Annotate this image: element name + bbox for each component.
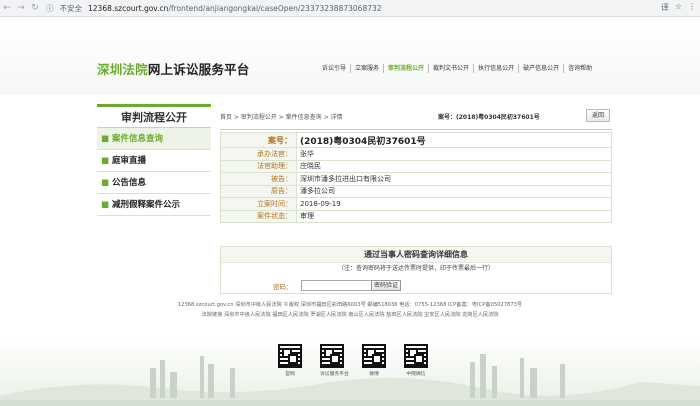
password-query-note: （注：查询密码将于送达传票时提供，印于传票最后一行） [337,265,494,272]
qr-code-icon [404,344,428,368]
nav-item-litigation-guide[interactable]: 诉讼引导 [318,64,350,73]
field-label: 法官助理： [220,159,297,173]
footer-copyright: 12368.szcourt.gov.cn 深圳市中级人民法院 ©版权 深圳市福田… [177,302,523,308]
field-label: 被告： [220,172,297,186]
footer-court-links[interactable]: 法院链接 深圳市中级人民法院 福田区人民法院 罗湖区人民法院 南山区人民法院 盐… [0,310,700,320]
qr-weibo[interactable]: 微博 [362,344,386,377]
browser-toolbar: ← → ↻ ⓘ 不安全 12368.szcourt.gov.cn /fronte… [0,0,700,17]
table-row: 立案时间： 2018-09-19 [220,197,612,211]
site-footer: 12368.szcourt.gov.cn 深圳市中级人民法院 ©版权 深圳市福田… [0,300,700,406]
field-value: 2018-09-19 [296,197,612,211]
sidebar-item-commutation[interactable]: ■ 减刑假释案件公示 [97,194,211,216]
forward-arrow-icon[interactable]: → [14,1,28,15]
qr-caption: 官网 [285,372,295,377]
field-label: 承办法官： [220,147,297,161]
site-header: 深圳法院网上诉讼服务平台 诉讼引导 立案服务 审判流程公开 裁判文书公开 执行信… [0,17,700,95]
field-value: 深圳市潘多拉进出口有限公司 [296,172,612,186]
back-button[interactable]: 返回 [586,109,610,122]
verify-password-button[interactable]: 密码验证 [371,280,401,291]
qr-wechat[interactable]: 中院微信 [404,344,428,377]
field-value: 张华 [296,147,612,161]
password-query-title: 通过当事人密码查询详细信息 [221,247,611,263]
info-icon[interactable]: ⓘ [46,3,54,14]
breadcrumb[interactable]: 首页 > 审判流程公开 > 案件信息查询 > 详情 [220,112,343,121]
url-host: 12368.szcourt.gov.cn [88,3,169,13]
bullet-icon: ■ [101,156,110,166]
sidebar-item-label: 减刑假释案件公示 [112,200,181,210]
password-query-panel: 通过当事人密码查询详细信息 （注：查询密码将于送达传票时提供，印于传票最后一行）… [220,246,612,294]
password-label: 密码： [273,283,293,291]
security-label: 不安全 [59,3,83,13]
bullet-icon: ■ [101,200,110,210]
table-row: 案号： (2018)粤0304民初37601号 [220,132,612,148]
nav-item-bankruptcy-info[interactable]: 破产信息公开 [518,64,563,73]
nav-item-help[interactable]: 咨询帮助 [563,64,596,73]
nav-item-judgment-docs[interactable]: 裁判文书公开 [428,64,473,73]
qr-code-icon [278,344,302,368]
star-icon[interactable]: ☆ [675,2,682,13]
sidebar-title: 审判流程公开 [97,104,211,128]
address-bar[interactable]: ⓘ 不安全 12368.szcourt.gov.cn /frontend/anj… [46,3,382,14]
field-value: 庄晓民 [296,159,612,173]
table-row: 被告： 深圳市潘多拉进出口有限公司 [220,172,612,186]
sidebar-item-announcements[interactable]: ■ 公告信息 [97,172,211,194]
qr-litigation-platform[interactable]: 诉讼服务平台 [320,344,349,377]
top-navigation: 诉讼引导 立案服务 审判流程公开 裁判文书公开 执行信息公开 破产信息公开 咨询… [318,64,596,73]
back-arrow-icon[interactable]: ← [0,1,14,15]
qr-code-icon [320,344,344,368]
qr-code-row: 官网 诉讼服务平台 微博 中院微信 [278,344,428,377]
bullet-icon: ■ [101,178,110,188]
password-row: 密码： 密码验证 [221,279,611,293]
qr-caption: 微博 [369,372,379,377]
sidebar-item-live-trial[interactable]: ■ 庭审直播 [97,150,211,172]
field-value: 审理 [296,209,612,223]
field-label: 案件状态： [220,209,297,223]
sidebar: 审判流程公开 ■ 案件信息查询 ■ 庭审直播 ■ 公告信息 ■ 减刑假释案件公示 [97,104,211,216]
logo-platform-text: 网上诉讼服务平台 [147,62,250,77]
bullet-icon: ■ [101,134,110,144]
nav-item-trial-process[interactable]: 审判流程公开 [383,64,428,73]
logo-court-text: 深圳法院 [97,62,148,77]
field-value: (2018)粤0304民初37601号 [296,132,612,148]
qr-official-site[interactable]: 官网 [278,344,302,377]
url-path: /frontend/anjiangongkai/caseOpen/2337323… [168,3,382,13]
translate-icon[interactable]: 译 [661,2,669,13]
site-logo[interactable]: 深圳法院网上诉讼服务平台 [97,59,249,78]
sidebar-item-label: 公告信息 [112,178,147,188]
breadcrumb-bar: 首页 > 审判流程公开 > 案件信息查询 > 详情 案号：(2018)粤0304… [220,104,612,130]
table-row: 案件状态： 审理 [220,209,612,223]
sidebar-item-label: 庭审直播 [112,156,147,166]
table-row: 法官助理： 庄晓民 [220,159,612,173]
qr-caption: 中院微信 [406,372,426,377]
field-label: 立案时间： [220,197,297,211]
field-value: 潘多拉公司 [296,184,612,198]
sidebar-item-label: 案件信息查询 [112,134,164,144]
table-row: 承办法官： 张华 [220,147,612,161]
case-number-header: 案号：(2018)粤0304民初37601号 [438,114,540,121]
qr-code-icon [362,344,386,368]
nav-item-filing-service[interactable]: 立案服务 [350,64,383,73]
main-content: 首页 > 审判流程公开 > 案件信息查询 > 详情 案号：(2018)粤0304… [220,104,612,223]
qr-caption: 诉讼服务平台 [320,372,349,377]
field-label: 案号： [220,132,297,148]
case-detail-table: 案号： (2018)粤0304民初37601号 承办法官： 张华 法官助理： 庄… [220,132,612,223]
nav-item-execution-info[interactable]: 执行信息公开 [473,64,518,73]
menu-icon[interactable]: ⋮ [688,2,696,13]
table-row: 原告： 潘多拉公司 [220,184,612,198]
field-label: 原告： [220,184,297,198]
reload-icon[interactable]: ↻ [28,1,42,15]
sidebar-item-case-query[interactable]: ■ 案件信息查询 [97,128,211,150]
